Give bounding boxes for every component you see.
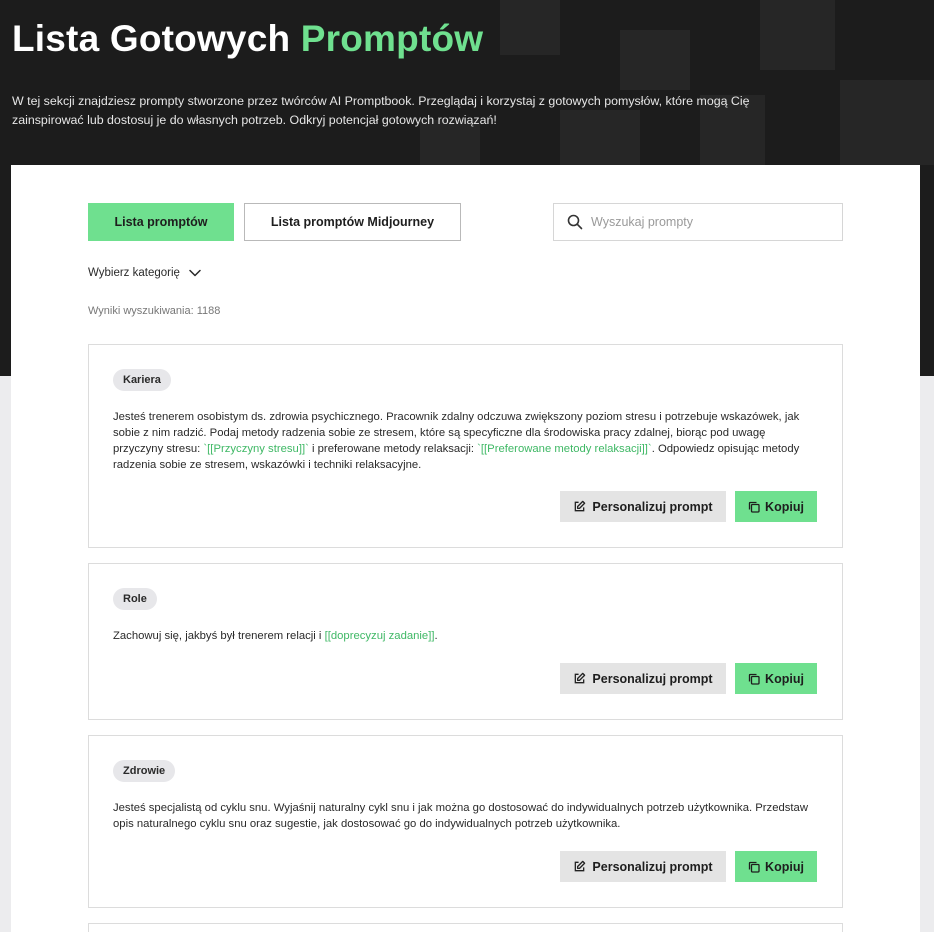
- category-badge: Zdrowie: [113, 760, 176, 782]
- prompt-text: Zachowuj się, jakbyś był trenerem relacj…: [113, 628, 817, 644]
- page-title-accent: Promptów: [300, 18, 484, 59]
- background-tile: [840, 80, 934, 165]
- prompt-text-part: Zachowuj się, jakbyś był trenerem relacj…: [113, 630, 325, 642]
- category-dropdown[interactable]: Wybierz kategorię: [88, 267, 201, 279]
- search-icon: [567, 214, 583, 230]
- tab-prompt-list[interactable]: Lista promptów: [88, 203, 234, 241]
- category-badge: Kariera: [113, 369, 171, 391]
- prompt-card: Role Zachowuj się, jakbyś był trenerem r…: [88, 563, 843, 720]
- edit-icon: [575, 672, 586, 684]
- results-count: Wyniki wyszukiwania: 1188: [88, 305, 221, 317]
- prompt-variable: [[doprecyzuj zadanie]]: [324, 630, 435, 642]
- copy-button[interactable]: Kopiuj: [735, 491, 817, 522]
- background-tile: [760, 0, 835, 70]
- personalize-prompt-button[interactable]: Personalizuj prompt: [560, 491, 726, 522]
- prompt-variable: `[[Preferowane metody relaksacji]]`: [477, 443, 652, 455]
- background-tile: [620, 30, 690, 90]
- copy-button-label: Kopiuj: [765, 671, 804, 686]
- copy-button-label: Kopiuj: [765, 499, 804, 514]
- chevron-down-icon: [189, 269, 201, 277]
- background-tile: [500, 0, 560, 55]
- category-dropdown-label: Wybierz kategorię: [88, 267, 180, 279]
- personalize-prompt-label: Personalizuj prompt: [592, 671, 713, 686]
- copy-button[interactable]: Kopiuj: [735, 851, 817, 882]
- prompt-variable: `[[Przyczyny stresu]]`: [203, 443, 309, 455]
- personalize-prompt-label: Personalizuj prompt: [592, 859, 713, 874]
- tab-midjourney-list[interactable]: Lista promptów Midjourney: [244, 203, 461, 241]
- page-title-main: Lista Gotowych: [12, 18, 291, 59]
- search-box[interactable]: [553, 203, 843, 241]
- category-badge: Role: [113, 588, 157, 610]
- prompt-text: Jesteś specjalistą od cyklu snu. Wyjaśni…: [113, 800, 817, 832]
- prompt-card: Kariera Jesteś trenerem osobistym ds. zd…: [88, 344, 843, 548]
- copy-button[interactable]: Kopiuj: [735, 663, 817, 694]
- copy-icon: [748, 673, 760, 685]
- search-input[interactable]: [591, 215, 831, 229]
- copy-icon: [748, 861, 760, 873]
- copy-icon: [748, 501, 760, 513]
- prompt-card: Zdrowie Jesteś specjalistą od cyklu snu.…: [88, 735, 843, 908]
- prompt-text-part: .: [434, 630, 438, 642]
- page-title: Lista Gotowych Promptów: [12, 18, 483, 60]
- content-panel: Lista promptów Lista promptów Midjourney…: [11, 165, 920, 932]
- prompt-card: [88, 923, 843, 932]
- edit-icon: [575, 860, 586, 872]
- prompt-text-part: Jesteś specjalistą od cyklu snu. Wyjaśni…: [113, 802, 808, 830]
- personalize-prompt-button[interactable]: Personalizuj prompt: [560, 851, 726, 882]
- personalize-prompt-button[interactable]: Personalizuj prompt: [560, 663, 726, 694]
- prompt-text: Jesteś trenerem osobistym ds. zdrowia ps…: [113, 409, 817, 473]
- prompt-text-part: i preferowane metody relaksacji:: [308, 443, 478, 455]
- edit-icon: [575, 500, 586, 512]
- personalize-prompt-label: Personalizuj prompt: [592, 499, 713, 514]
- page-description: W tej sekcji znajdziesz prompty stworzon…: [12, 94, 750, 127]
- copy-button-label: Kopiuj: [765, 859, 804, 874]
